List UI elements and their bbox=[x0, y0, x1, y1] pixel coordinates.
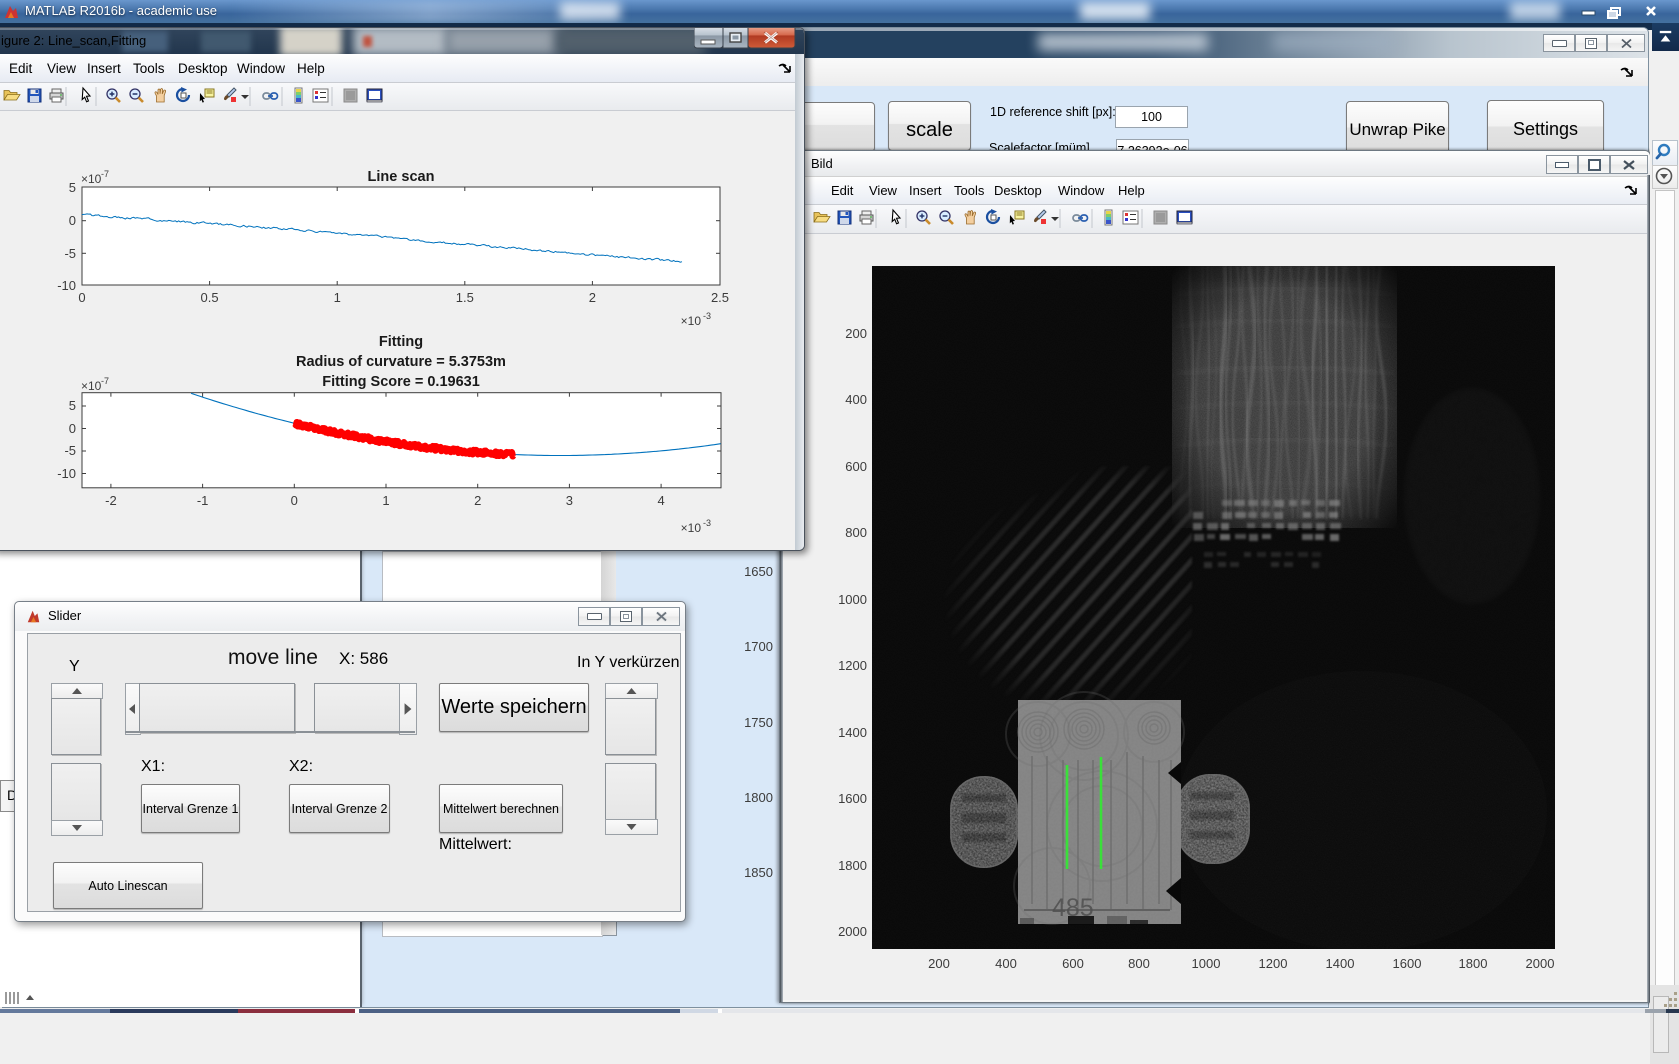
svg-text:-5: -5 bbox=[64, 246, 76, 261]
svg-text:2: 2 bbox=[474, 493, 481, 508]
svg-text:5: 5 bbox=[69, 180, 76, 195]
svg-text:Radius of curvature = 5.3753m: Radius of curvature = 5.3753m bbox=[296, 354, 506, 370]
svg-text:Fitting: Fitting bbox=[379, 334, 423, 350]
svg-text:-7: -7 bbox=[101, 169, 109, 179]
svg-text:×10: ×10 bbox=[81, 172, 102, 186]
svg-text:0: 0 bbox=[78, 290, 85, 305]
svg-text:-2: -2 bbox=[105, 493, 117, 508]
svg-text:Fitting Score = 0.19631: Fitting Score = 0.19631 bbox=[322, 374, 480, 390]
svg-text:-7: -7 bbox=[101, 376, 109, 386]
svg-text:3: 3 bbox=[566, 493, 573, 508]
svg-text:-3: -3 bbox=[703, 518, 711, 528]
svg-text:0.5: 0.5 bbox=[201, 290, 219, 305]
svg-text:×10: ×10 bbox=[81, 379, 102, 393]
svg-text:×10: ×10 bbox=[681, 521, 702, 535]
svg-text:1: 1 bbox=[334, 290, 341, 305]
svg-text:Line scan: Line scan bbox=[368, 169, 435, 185]
svg-text:-10: -10 bbox=[57, 466, 76, 481]
svg-text:1.5: 1.5 bbox=[456, 290, 474, 305]
svg-text:-1: -1 bbox=[197, 493, 209, 508]
svg-text:2.5: 2.5 bbox=[711, 290, 729, 305]
svg-text:-5: -5 bbox=[64, 443, 76, 458]
svg-text:0: 0 bbox=[69, 421, 76, 436]
svg-text:4: 4 bbox=[657, 493, 664, 508]
svg-text:-10: -10 bbox=[57, 278, 76, 293]
svg-text:-3: -3 bbox=[703, 311, 711, 321]
svg-text:×10: ×10 bbox=[681, 314, 702, 328]
svg-text:0: 0 bbox=[69, 213, 76, 228]
svg-text:5: 5 bbox=[69, 398, 76, 413]
svg-text:0: 0 bbox=[291, 493, 298, 508]
svg-text:2: 2 bbox=[589, 290, 596, 305]
svg-text:1: 1 bbox=[382, 493, 389, 508]
